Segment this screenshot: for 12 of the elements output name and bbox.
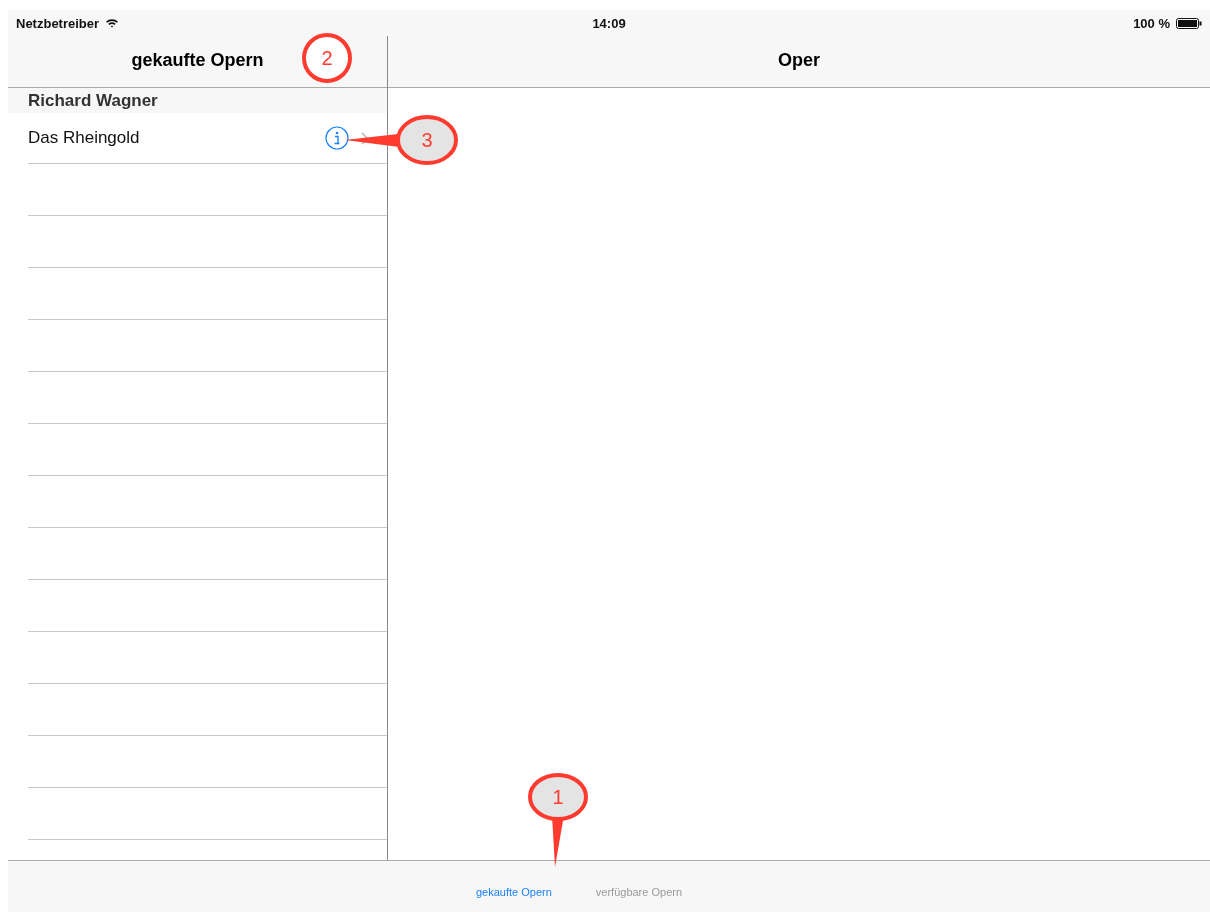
battery-percentage: 100 %	[1133, 15, 1170, 31]
battery-icon	[1176, 17, 1202, 29]
carrier-name: Netzbetreiber	[16, 15, 100, 31]
row-title: Das Rheingold	[28, 128, 141, 148]
section-header: Richard Wagner	[8, 88, 387, 113]
info-icon[interactable]	[325, 126, 349, 150]
navigation-title: Oper	[778, 49, 820, 71]
navigation-title: gekaufte Opern	[131, 49, 264, 71]
tab[interactable]: gekaufte Opern	[473, 883, 554, 900]
status-time: 14:09	[592, 15, 626, 31]
tab[interactable]: verfügbare Opern	[593, 883, 685, 900]
wifi-icon	[105, 18, 120, 28]
